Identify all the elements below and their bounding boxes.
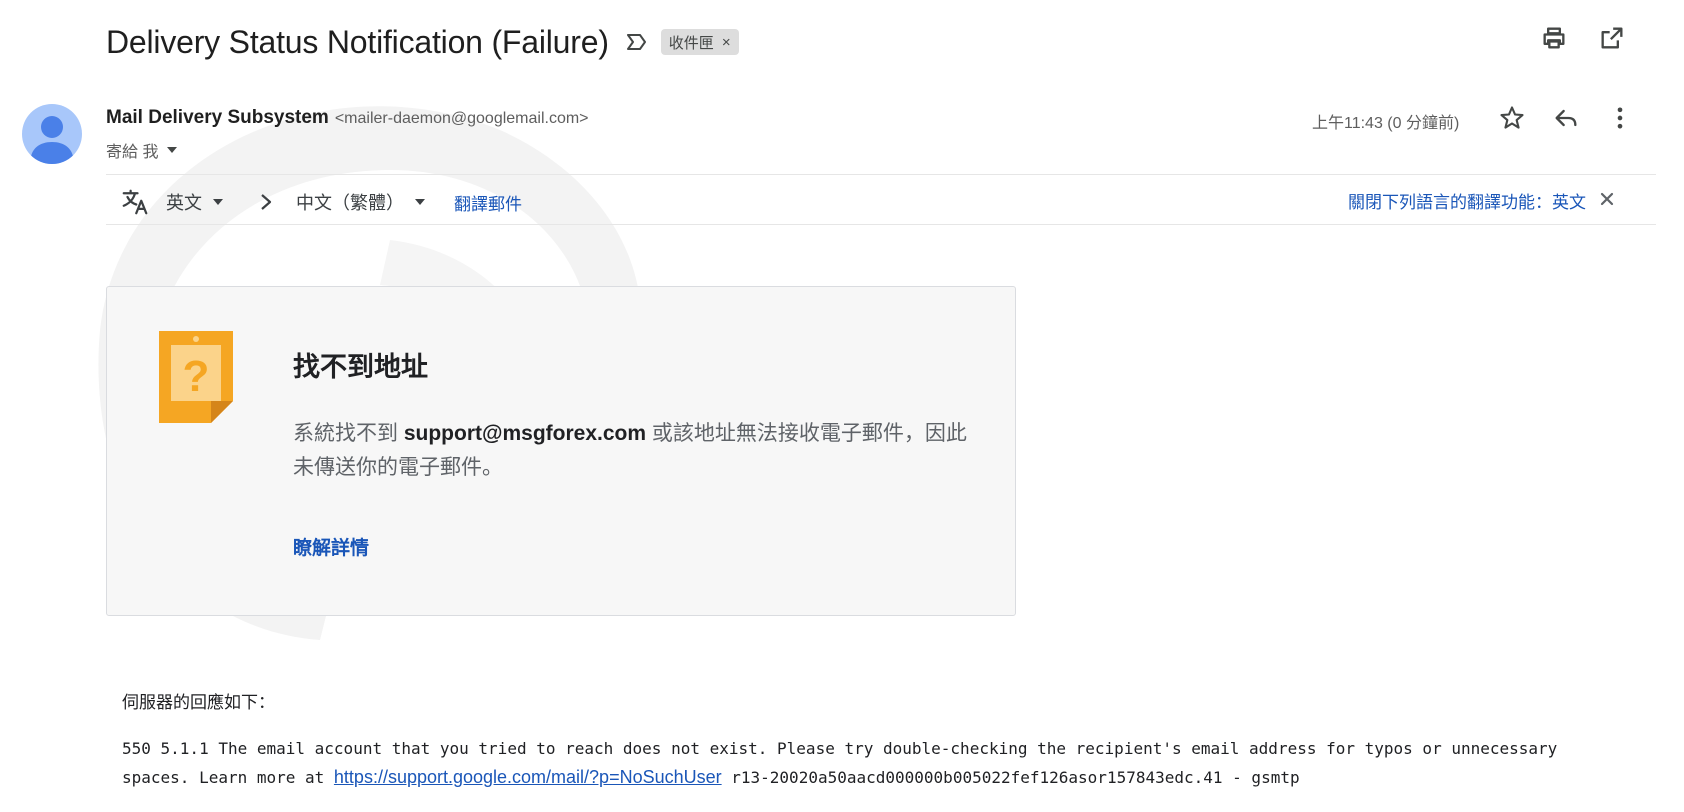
inbox-label-chip[interactable]: 收件匣 × xyxy=(660,29,739,55)
turn-off-translation-link[interactable]: 關閉下列語言的翻譯功能：英文 xyxy=(1348,188,1586,213)
sender-email: <mailer-daemon@googlemail.com> xyxy=(334,110,589,127)
learn-more-link[interactable]: 瞭解詳情 xyxy=(293,533,369,560)
recipient-dropdown[interactable]: 寄給 我 xyxy=(106,138,178,162)
support-link[interactable]: https://support.google.com/mail/?p=NoSuc… xyxy=(334,767,722,787)
bounce-card: ? 找不到地址 系統找不到 support@msgforex.com 或該地址無… xyxy=(106,286,1016,616)
print-icon[interactable] xyxy=(1540,24,1568,52)
chevron-right-icon xyxy=(258,192,274,212)
translate-bar: 英文 中文（繁體） 翻譯郵件 xyxy=(120,184,522,220)
server-response-heading: 伺服器的回應如下： xyxy=(122,693,275,712)
card-body-prefix: 系統找不到 xyxy=(293,422,404,445)
target-language-dropdown[interactable]: 中文（繁體） xyxy=(296,189,426,215)
svg-text:?: ? xyxy=(183,352,210,401)
caret-down-icon[interactable] xyxy=(166,144,178,156)
reply-icon[interactable] xyxy=(1552,104,1580,132)
divider-top xyxy=(106,174,1656,175)
translate-message-link[interactable]: 翻譯郵件 xyxy=(454,190,522,215)
caret-down-icon xyxy=(212,196,224,208)
server-response-message: 550 5.1.1 The email account that you tri… xyxy=(122,734,1592,792)
recipient-text: 寄給 我 xyxy=(106,144,159,161)
sender-line: Mail Delivery Subsystem <mailer-daemon@g… xyxy=(106,107,589,129)
card-body: 系統找不到 support@msgforex.com 或該地址無法接收電子郵件，… xyxy=(293,417,973,485)
divider-bottom xyxy=(106,224,1656,225)
message-actions xyxy=(1498,104,1634,132)
card-title: 找不到地址 xyxy=(293,352,428,382)
sender-avatar[interactable] xyxy=(22,104,82,164)
source-language-label: 英文 xyxy=(166,193,202,213)
target-language-label: 中文（繁體） xyxy=(296,193,404,213)
star-icon[interactable] xyxy=(1498,104,1526,132)
more-vert-icon[interactable] xyxy=(1606,104,1634,132)
failed-address: support@msgforex.com xyxy=(403,422,647,445)
email-time: 上午11:43 (0 分鐘前) xyxy=(1312,115,1460,132)
caret-down-icon xyxy=(414,196,426,208)
server-message-suffix: r13-20020a50aacd000000b005022fef126asor1… xyxy=(721,768,1300,787)
inbox-label-text: 收件匣 xyxy=(668,34,714,52)
open-in-new-icon[interactable] xyxy=(1598,24,1626,52)
top-actions xyxy=(1540,24,1626,52)
sender-name[interactable]: Mail Delivery Subsystem xyxy=(106,107,329,129)
source-language-dropdown[interactable]: 英文 xyxy=(166,189,224,215)
important-marker-icon[interactable] xyxy=(625,30,649,54)
question-note-icon: ? xyxy=(159,331,233,423)
translate-icon xyxy=(120,187,150,217)
close-translate-bar-icon[interactable] xyxy=(1600,192,1614,206)
remove-label-icon[interactable]: × xyxy=(722,34,731,51)
subject-row: Delivery Status Notification (Failure) 收… xyxy=(106,18,739,66)
email-subject: Delivery Status Notification (Failure) xyxy=(106,23,609,60)
person-icon xyxy=(30,116,74,164)
